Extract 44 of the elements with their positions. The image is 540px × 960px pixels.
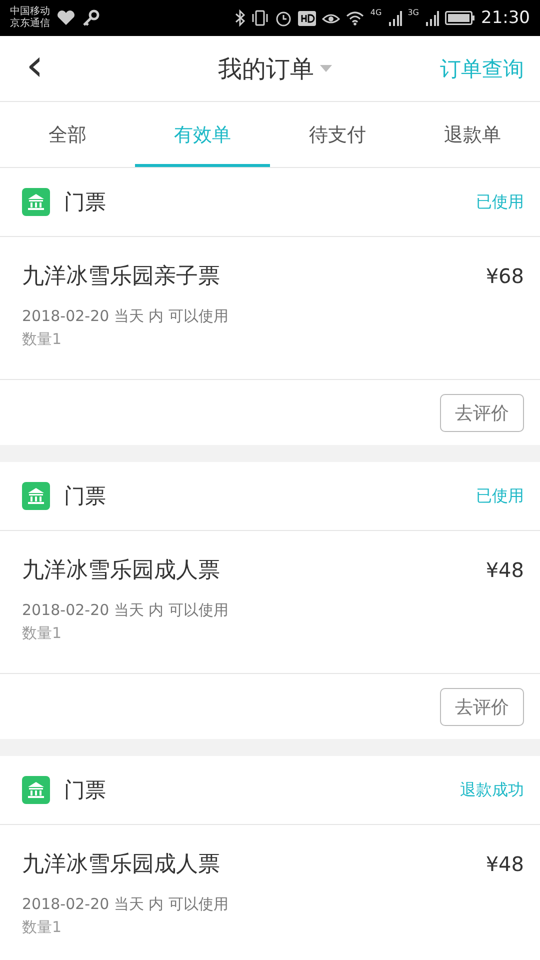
key-icon (82, 9, 100, 27)
validity-text: 2018-02-20 当天 内 可以使用 (22, 895, 230, 914)
category-label: 门票 (64, 189, 107, 216)
category-label: 门票 (64, 483, 107, 510)
page-title: 我的订单 (218, 54, 314, 84)
bluetooth-icon (235, 9, 246, 27)
alarm-icon (275, 10, 292, 26)
battery-icon (445, 11, 475, 25)
review-button[interactable]: 去评价 (440, 394, 524, 432)
price: ¥68 (486, 264, 524, 288)
price: ¥48 (486, 852, 524, 876)
tab[interactable]: 退款单 (405, 102, 540, 167)
carrier-name: 京东通信 (10, 18, 50, 30)
category-label: 门票 (64, 777, 107, 804)
price: ¥48 (486, 558, 524, 582)
vibrate-icon (251, 9, 270, 27)
wifi-icon (346, 10, 364, 26)
order-status: 已使用 (476, 486, 524, 506)
heart-icon (56, 10, 76, 26)
review-button[interactable]: 去评价 (440, 688, 524, 726)
clock-time: 21:30 (481, 8, 530, 28)
carrier-name: 中国移动 (10, 6, 50, 18)
product-name: 九洋冰雪乐园成人票 (22, 557, 220, 585)
ticket-icon (22, 188, 50, 216)
signal-icon (425, 10, 439, 26)
validity-text: 2018-02-20 当天 内 可以使用 (22, 307, 230, 326)
order-status: 退款成功 (460, 780, 524, 800)
hd-icon (298, 10, 316, 26)
quantity-text: 数量1 (22, 330, 63, 349)
quantity-text: 数量1 (22, 624, 63, 643)
signal-icon (388, 10, 402, 26)
product-name: 九洋冰雪乐园亲子票 (22, 263, 220, 291)
validity-text: 2018-02-20 当天 内 可以使用 (22, 601, 230, 620)
tab[interactable]: 全部 (0, 102, 135, 167)
network-label: 3G (408, 8, 419, 17)
back-button[interactable]: ‹ (20, 44, 50, 88)
network-label: 4G (370, 8, 382, 17)
ticket-icon (22, 482, 50, 510)
product-name: 九洋冰雪乐园成人票 (22, 851, 220, 879)
tab[interactable]: 待支付 (270, 102, 405, 167)
quantity-text: 数量1 (22, 918, 63, 937)
dropdown-caret-icon[interactable] (320, 65, 332, 72)
ticket-icon (22, 776, 50, 804)
order-status: 已使用 (476, 192, 524, 212)
